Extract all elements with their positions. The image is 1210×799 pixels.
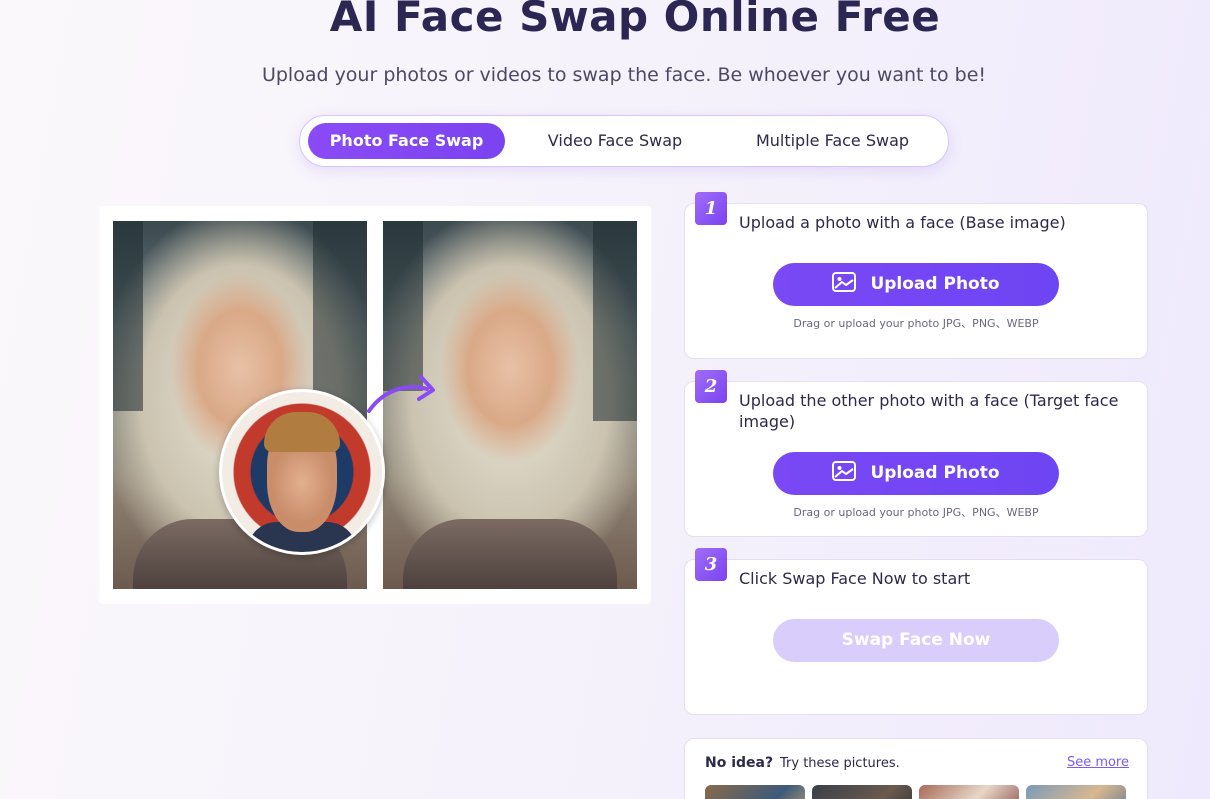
upload-target-photo-button[interactable]: Upload Photo xyxy=(773,452,1059,495)
example-preview xyxy=(99,206,651,604)
page-subtitle: Upload your photos or videos to swap the… xyxy=(261,64,987,86)
upload-target-photo-label: Upload Photo xyxy=(870,463,1000,483)
sample-thumbnail[interactable] xyxy=(812,785,912,799)
image-icon xyxy=(832,461,857,481)
sample-thumbnail[interactable] xyxy=(919,785,1019,799)
sample-pictures-panel: No idea? Try these pictures. See more xyxy=(684,738,1148,799)
step-2-text: Upload the other photo with a face (Targ… xyxy=(739,391,1119,431)
tab-video-face-swap[interactable]: Video Face Swap xyxy=(515,123,715,159)
ideas-title: No idea? xyxy=(705,755,774,771)
step-1-card: 1 Upload a photo with a face (Base image… xyxy=(684,192,1148,359)
upload-target-hint: Drag or upload your photo JPG、PNG、WEBP xyxy=(793,506,1039,519)
sample-thumbnail[interactable] xyxy=(705,785,805,799)
step-2-card: 2 Upload the other photo with a face (Ta… xyxy=(684,370,1148,537)
upload-base-photo-button[interactable]: Upload Photo xyxy=(773,263,1059,306)
source-face-avatar xyxy=(219,389,385,555)
see-more-link[interactable]: See more xyxy=(1067,755,1129,770)
swap-face-now-button[interactable]: Swap Face Now xyxy=(773,619,1059,662)
curved-arrow-icon xyxy=(367,375,435,413)
step-2-number: 2 xyxy=(695,370,727,403)
step-1-text: Upload a photo with a face (Base image) xyxy=(739,213,1066,232)
sample-thumbnail[interactable] xyxy=(1026,785,1126,799)
step-3-number: 3 xyxy=(695,548,727,581)
tab-photo-face-swap[interactable]: Photo Face Swap xyxy=(308,123,505,159)
upload-base-photo-label: Upload Photo xyxy=(870,274,1000,294)
step-1-number: 1 xyxy=(695,192,727,225)
image-icon xyxy=(832,272,857,292)
step-3-text: Click Swap Face Now to start xyxy=(739,569,971,588)
ideas-subtitle: Try these pictures. xyxy=(780,756,900,771)
tab-multiple-face-swap[interactable]: Multiple Face Swap xyxy=(725,123,940,159)
mode-tabs: Photo Face Swap Video Face Swap Multiple… xyxy=(299,115,949,167)
upload-base-hint: Drag or upload your photo JPG、PNG、WEBP xyxy=(793,317,1039,330)
step-3-card: 3 Click Swap Face Now to start Swap Face… xyxy=(684,548,1148,715)
page-title: AI Face Swap Online Free xyxy=(329,0,941,41)
